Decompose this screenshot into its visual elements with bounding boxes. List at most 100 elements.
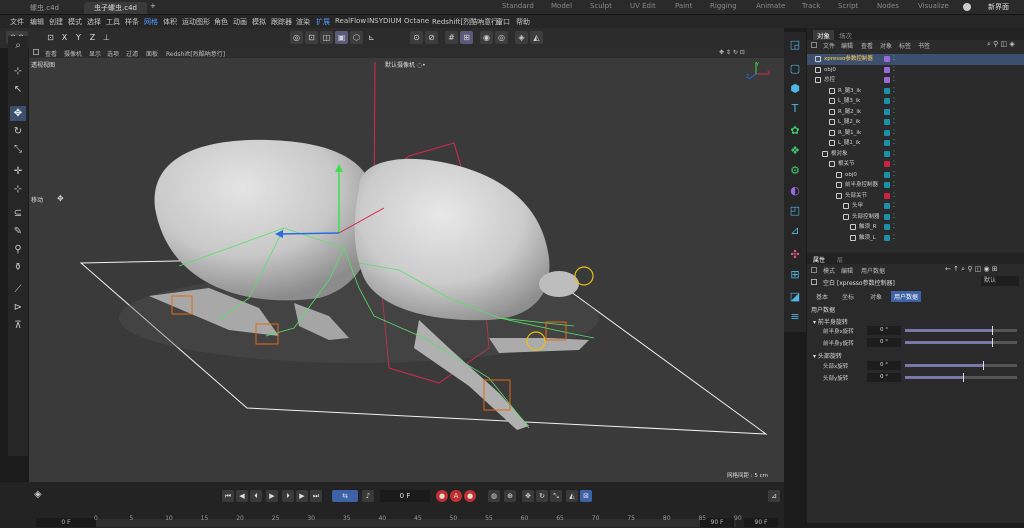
menu-realflow[interactable]: RealFlow	[335, 17, 366, 25]
move-tool-icon[interactable]: ✥	[10, 106, 26, 121]
value-slider[interactable]	[905, 338, 1017, 347]
edges-mode-icon[interactable]: ◫	[320, 31, 333, 44]
layer-color-swatch[interactable]	[884, 140, 890, 146]
layer-color-swatch[interactable]	[884, 203, 890, 209]
layout-visualize[interactable]: Visualize	[918, 2, 949, 10]
visibility-dots[interactable]: ⁚	[893, 149, 895, 160]
attr-subtitle[interactable]: 层	[837, 255, 843, 264]
attr-menu-userdata[interactable]: 用户数据	[861, 266, 885, 275]
points-mode-icon[interactable]: ⊡	[305, 31, 318, 44]
keyframe-icon[interactable]: ◈	[34, 489, 42, 500]
group-front-rotation[interactable]: ▾ 前半身旋转	[813, 317, 848, 326]
layer-color-swatch[interactable]	[884, 77, 890, 83]
file-tab-2[interactable]: 虫子螺虫.c4d	[84, 2, 147, 14]
object-row[interactable]: 根对象 ⁚	[807, 149, 1024, 160]
attr-menu-icon[interactable]	[811, 267, 817, 273]
object-row[interactable]: R_腿2_ik ⁚	[807, 107, 1024, 118]
key-rotate-icon[interactable]: ↻	[536, 490, 548, 502]
axis-x-button[interactable]: X	[58, 31, 71, 44]
layer-color-swatch[interactable]	[884, 119, 890, 125]
visibility-dots[interactable]: ⁚	[893, 191, 895, 202]
value-slider[interactable]	[905, 373, 1017, 382]
attr-title[interactable]: 属性	[813, 255, 825, 264]
tab-takes[interactable]: 场次	[839, 30, 852, 40]
object-row[interactable]: L_腿3_ik ⁚	[807, 96, 1024, 107]
object-row[interactable]: 头部控制器 ⁚	[807, 212, 1024, 223]
camera-label[interactable]: 默认摄像机 ◌•	[385, 60, 426, 69]
mirror-tool-icon[interactable]: ⊹	[10, 182, 26, 197]
preset-dropdown[interactable]: 默认	[981, 276, 1019, 286]
generator-icon[interactable]: ✿	[788, 124, 802, 138]
layer-color-swatch[interactable]	[884, 56, 890, 62]
bevel-tool-icon[interactable]: ⊳	[10, 300, 26, 315]
visibility-dots[interactable]: ⁚	[893, 54, 895, 65]
transform-tool-icon[interactable]: ✛	[10, 164, 26, 179]
vp-nav-icons[interactable]: ✥ ⇕ ↻ ⊡	[719, 49, 745, 56]
select-tool-icon[interactable]: ↖	[10, 82, 26, 97]
menu-help[interactable]: 帮助	[516, 17, 530, 27]
timeline-graph-icon[interactable]: ⊿	[768, 490, 780, 502]
attr-menu-mode[interactable]: 模式	[823, 266, 835, 275]
field-value-input[interactable]: 0 °	[867, 373, 901, 382]
menu-animation[interactable]: 动画	[233, 17, 247, 27]
slider-handle[interactable]	[983, 361, 985, 370]
om-menu-objects[interactable]: 对象	[880, 41, 892, 50]
autokey-button[interactable]: A	[450, 490, 462, 502]
slider-handle[interactable]	[963, 373, 965, 382]
attr-tab-object[interactable]: 对象	[867, 291, 885, 302]
grid-snap-icon[interactable]: #	[445, 31, 458, 44]
value-slider[interactable]	[905, 361, 1017, 370]
render-view-icon[interactable]: ◉	[480, 31, 493, 44]
menu-render[interactable]: 渲染	[296, 17, 310, 27]
menu-tools[interactable]: 工具	[106, 17, 120, 27]
object-manager-icon[interactable]: ◲	[788, 38, 802, 52]
play-button[interactable]: ▶	[266, 490, 278, 502]
layout-track[interactable]: Track	[802, 2, 820, 10]
field-value-input[interactable]: 0 °	[867, 326, 901, 335]
object-row[interactable]: R_腿3_ik ⁚	[807, 86, 1024, 97]
visibility-dots[interactable]: ⁚	[893, 75, 895, 86]
attr-tab-basic[interactable]: 基本	[813, 291, 831, 302]
field-value-input[interactable]: 0 °	[867, 361, 901, 370]
end-frame-field-2[interactable]: 90 F	[744, 518, 778, 527]
visibility-dots[interactable]: ⁚	[893, 96, 895, 107]
vp-menu-camera[interactable]: 摄像机	[64, 49, 82, 58]
vp-menu-redshift[interactable]: Redshift[烈酷吶意行]	[166, 49, 225, 58]
slider-handle[interactable]	[992, 326, 994, 335]
layers-icon[interactable]: ≡	[788, 310, 802, 324]
model-mode-icon[interactable]: ◎	[290, 31, 303, 44]
menu-mograph[interactable]: 运动图形	[182, 17, 210, 27]
coordinate-system-icon[interactable]: ⊥	[100, 31, 113, 44]
layout-model[interactable]: Model	[551, 2, 572, 10]
vp-menu-options[interactable]: 选项	[107, 49, 119, 58]
go-end-button[interactable]: ⏭	[310, 490, 322, 502]
menu-simulate[interactable]: 模拟	[252, 17, 266, 27]
next-key-button[interactable]: ▶	[296, 490, 308, 502]
om-menu-bookmarks[interactable]: 书签	[918, 41, 930, 50]
menu-mode[interactable]: 模式	[68, 17, 82, 27]
sound-icon[interactable]: ♪	[362, 490, 374, 502]
menu-file[interactable]: 文件	[10, 17, 24, 27]
object-row[interactable]: 触须_L ⁚	[807, 233, 1024, 244]
axis-z-button[interactable]: Z	[86, 31, 99, 44]
layer-color-swatch[interactable]	[884, 182, 890, 188]
camera-icon[interactable]: ⊿	[788, 224, 802, 238]
mograph-icon[interactable]: ✣	[788, 248, 802, 262]
layout-script[interactable]: Script	[838, 2, 858, 10]
menu-window[interactable]: 窗口	[496, 17, 510, 27]
key-point-icon[interactable]: ⊠	[580, 490, 592, 502]
key-param-icon[interactable]: ◭	[566, 490, 578, 502]
visibility-dots[interactable]: ⁚	[893, 159, 895, 170]
object-row[interactable]: R_腿1_ik ⁚	[807, 128, 1024, 139]
visibility-dots[interactable]: ⁚	[893, 128, 895, 139]
value-slider[interactable]	[905, 326, 1017, 335]
record-button[interactable]: ●	[436, 490, 448, 502]
file-tab-1[interactable]: 螺虫.c4d	[20, 2, 69, 14]
axis-y-button[interactable]: Y	[72, 31, 85, 44]
primitive-icon[interactable]: ⬢	[788, 82, 802, 96]
layer-color-swatch[interactable]	[884, 234, 890, 241]
menu-octane[interactable]: Octane	[404, 17, 429, 25]
om-menu-tags[interactable]: 标签	[899, 41, 911, 50]
layer-color-swatch[interactable]	[884, 87, 890, 94]
key-move-icon[interactable]: ✥	[522, 490, 534, 502]
